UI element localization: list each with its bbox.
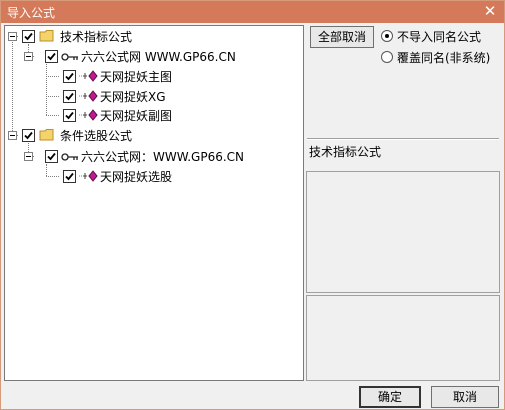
formula-icon [78,70,98,85]
formula-checkbox[interactable] [63,70,76,83]
import-formula-dialog: 导入公式 ✕ 技术指标公式 六六公式网 WWW.GP66.CN 天网捉妖主图 天… [0,0,505,410]
folder-icon [39,29,55,46]
formula-checkbox[interactable] [63,90,76,103]
radio-overwrite-same-name[interactable] [381,51,393,63]
tree-source-gp66[interactable]: 六六公式网 WWW.GP66.CN [5,48,301,66]
tree-group-screener[interactable]: 条件选股公式 [5,127,301,145]
formula-label: 天网捉妖选股 [100,170,173,184]
formula-label: 天网捉妖副图 [100,109,173,123]
radio-skip-same-name[interactable] [381,30,393,42]
formula-checkbox[interactable] [63,109,76,122]
group-label: 条件选股公式 [60,129,133,143]
cancel-all-button[interactable]: 全部取消 [310,26,374,48]
group-label: 技术指标公式 [60,30,133,44]
collapse-icon[interactable] [24,152,33,161]
close-icon[interactable]: ✕ [482,3,498,19]
group-checkbox[interactable] [22,30,35,43]
formula-detail-box[interactable] [306,171,500,293]
formula-label: 天网捉妖XG [100,90,166,104]
collapse-icon[interactable] [8,131,17,140]
radio-skip-label[interactable]: 不导入同名公式 [397,28,481,45]
folder-icon [39,128,55,145]
key-icon [61,151,79,165]
ok-button[interactable]: 确定 [359,386,421,408]
formula-checkbox[interactable] [63,170,76,183]
formula-icon [78,109,98,124]
source-checkbox[interactable] [45,50,58,63]
group-checkbox[interactable] [22,129,35,142]
formula-label: 天网捉妖主图 [100,70,173,84]
tree-source-gp66[interactable]: 六六公式网：WWW.GP66.CN [5,148,301,166]
collapse-icon[interactable] [8,32,17,41]
tree-group-indicators[interactable]: 技术指标公式 [5,28,301,46]
tree-formula-item[interactable]: 天网捉妖XG [5,88,301,106]
formula-icon [78,90,98,105]
formula-icon [78,170,98,185]
tree-formula-item[interactable]: 天网捉妖副图 [5,107,301,125]
key-icon [61,51,79,65]
collapse-icon[interactable] [24,52,33,61]
source-label: 六六公式网 WWW.GP66.CN [81,50,236,64]
tree-formula-item[interactable]: 天网捉妖选股 [5,168,301,186]
divider [307,138,499,140]
title-bar[interactable]: 导入公式 ✕ [1,1,504,23]
formula-description-box[interactable] [306,295,500,381]
formula-tree[interactable]: 技术指标公式 六六公式网 WWW.GP66.CN 天网捉妖主图 天网捉妖XG 天… [4,25,304,381]
tree-formula-item[interactable]: 天网捉妖主图 [5,68,301,86]
cancel-button[interactable]: 取消 [431,386,499,408]
source-label: 六六公式网：WWW.GP66.CN [81,150,245,164]
source-checkbox[interactable] [45,150,58,163]
category-label: 技术指标公式 [309,145,382,159]
dialog-title: 导入公式 [7,6,56,20]
radio-overwrite-label[interactable]: 覆盖同名(非系统) [397,49,490,66]
